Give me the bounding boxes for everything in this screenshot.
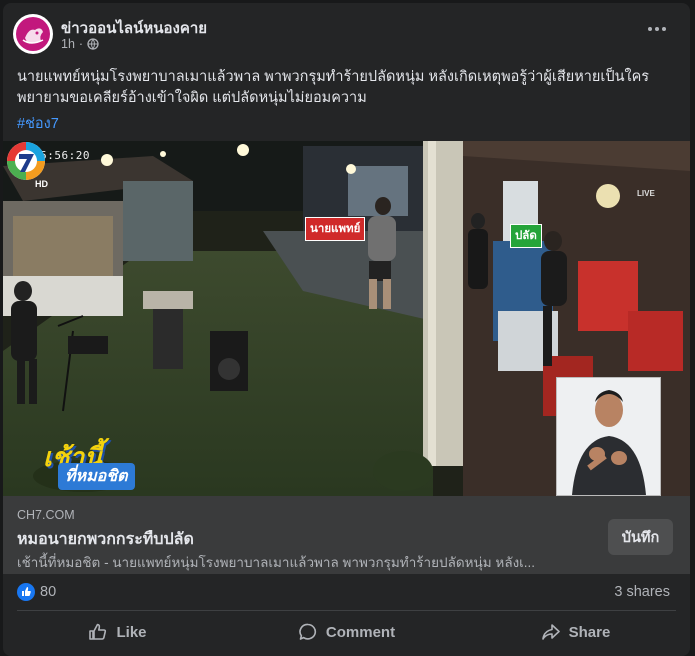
link-domain: CH7.COM <box>17 508 75 522</box>
doctor-label-tag: นายแพทย์ <box>305 217 366 241</box>
share-count[interactable]: 3 shares <box>614 584 670 600</box>
live-label: LIVE <box>637 189 655 198</box>
like-button[interactable]: Like <box>3 614 232 650</box>
comment-icon <box>299 623 316 640</box>
thumbs-up-icon <box>89 623 107 640</box>
post-header: ข่าวออนไลน์หนองคาย 1h · <box>3 3 690 61</box>
hashtag-link[interactable]: #ช่อง7 <box>17 112 59 135</box>
share-button[interactable]: Share <box>461 614 690 650</box>
like-reaction-icon[interactable] <box>17 583 35 601</box>
save-button[interactable]: บันทึก <box>608 519 673 555</box>
show-logo-subtitle: ที่หมอชิต <box>58 463 135 490</box>
page-avatar[interactable] <box>13 14 53 54</box>
comment-label: Comment <box>325 623 396 641</box>
more-options-icon[interactable] <box>644 19 670 39</box>
post-meta: 1h · <box>61 37 99 51</box>
svg-text:HD: HD <box>35 179 48 189</box>
like-count[interactable]: 80 <box>40 584 56 600</box>
channel7-logo-icon: HD <box>7 142 48 189</box>
share-label: Share <box>568 623 611 641</box>
share-arrow-icon <box>541 624 560 640</box>
globe-icon <box>87 38 99 50</box>
post-card: ข่าวออนไลน์หนองคาย 1h · นายแพทย์หนุ่มโรง… <box>3 3 690 656</box>
video-thumbnail[interactable]: 05:56:20 นายแพทย์ ปลัด HD LIVE เช้านี้ ท… <box>3 141 690 496</box>
action-bar: Like Comment Share <box>3 614 690 650</box>
link-description: เช้านี้ที่หมอชิต - นายแพทย์หนุ่มโรงพยาบา… <box>17 555 536 570</box>
divider <box>17 610 676 611</box>
link-preview[interactable]: CH7.COM หมอนายกพวกกระทืบปลัด เช้านี้ที่ห… <box>3 496 690 574</box>
sign-language-interpreter <box>556 377 661 496</box>
official-label-tag: ปลัด <box>510 224 542 248</box>
post-caption: นายแพทย์หนุ่มโรงพยาบาลเมาแล้วพาล พาพวกรุ… <box>17 69 650 106</box>
reaction-stats: 80 3 shares <box>3 577 690 607</box>
comment-button[interactable]: Comment <box>232 614 461 650</box>
like-label: Like <box>116 623 147 641</box>
link-title[interactable]: หมอนายกพวกกระทืบปลัด <box>17 527 194 552</box>
post-time[interactable]: 1h <box>61 37 75 51</box>
